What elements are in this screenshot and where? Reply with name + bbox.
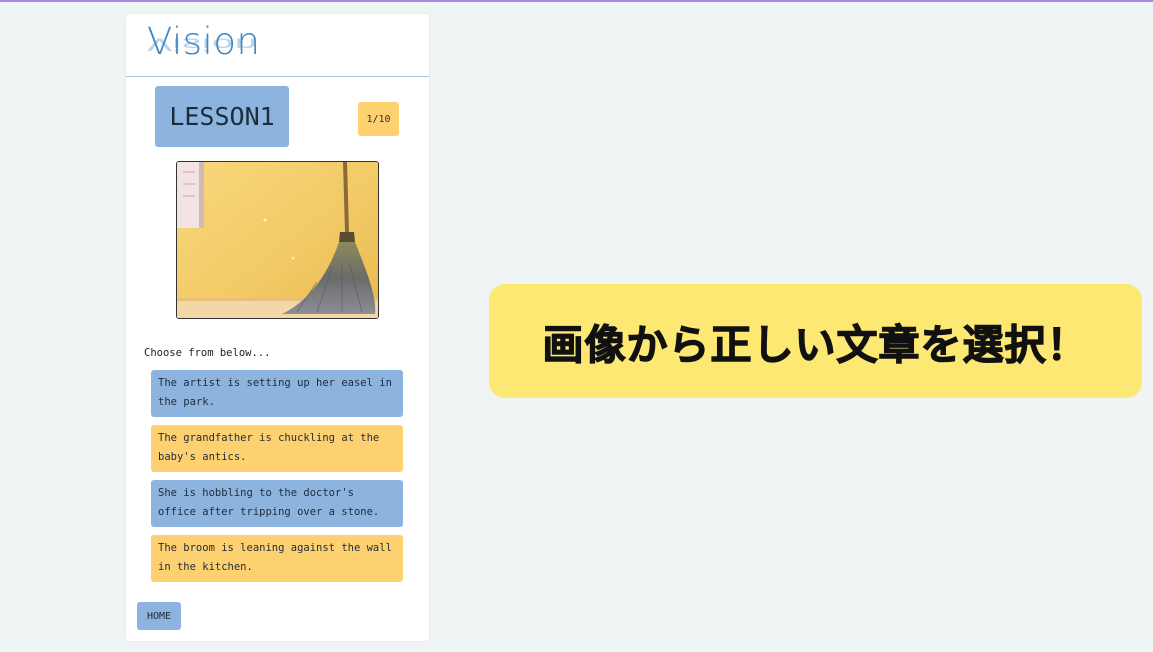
question-counter: 1/10 (358, 102, 399, 136)
lesson-title: LESSON1 (155, 86, 289, 147)
question-image (176, 161, 379, 319)
feature-banner: 画像から正しい文章を選択！ (489, 284, 1142, 398)
answer-choice-3[interactable]: She is hobbling to the doctor's office a… (151, 480, 403, 527)
broom-image (177, 162, 378, 318)
quiz-prompt: Choose from below... (144, 347, 271, 359)
answer-choice-1[interactable]: The artist is setting up her easel in th… (151, 370, 403, 417)
app-logo: Vision (147, 20, 261, 63)
answer-choice-2[interactable]: The grandfather is chuckling at the baby… (151, 425, 403, 472)
answer-choice-4[interactable]: The broom is leaning against the wall in… (151, 535, 403, 582)
app-header: Vision Vision (126, 14, 429, 77)
home-button[interactable]: HOME (137, 602, 181, 630)
banner-text: 画像から正しい文章を選択！ (542, 320, 1089, 369)
app-panel: Vision Vision LESSON1 1/10 Choose from b… (126, 14, 429, 641)
